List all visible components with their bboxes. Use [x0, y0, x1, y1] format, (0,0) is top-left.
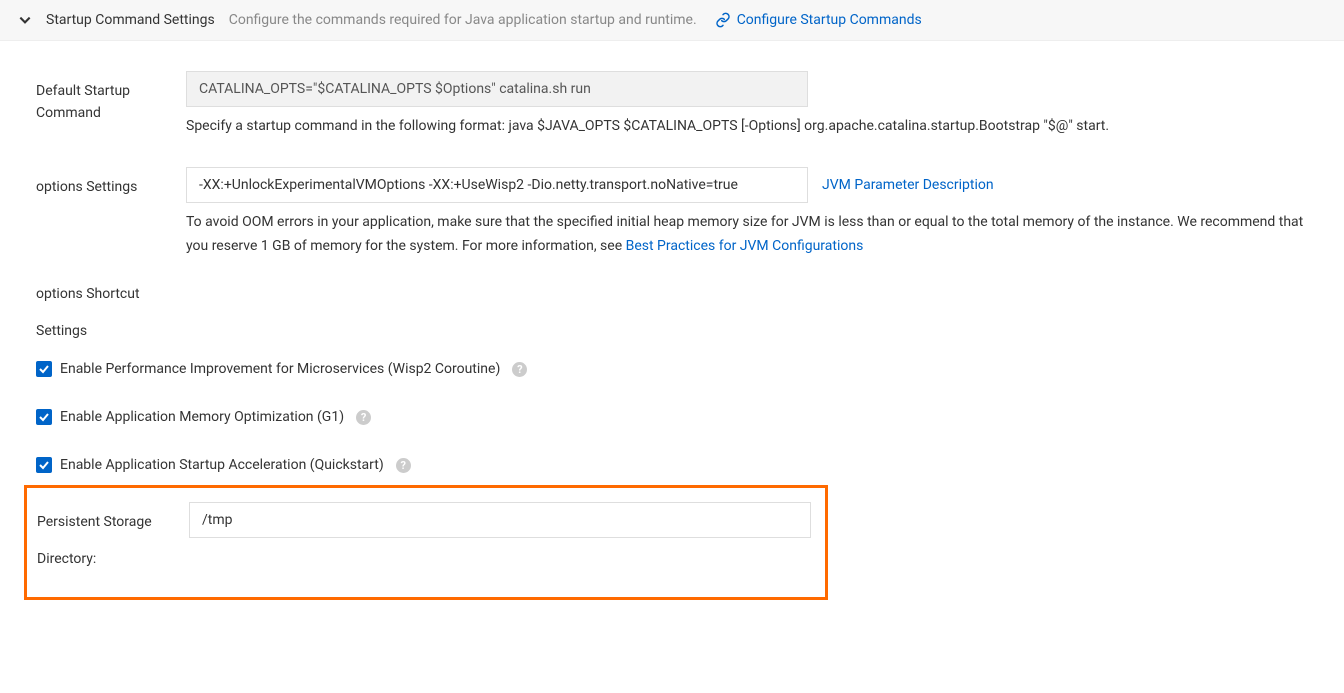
- checkbox-wisp2-label[interactable]: Enable Performance Improvement for Micro…: [60, 361, 500, 377]
- checkbox-g1[interactable]: [36, 409, 52, 425]
- persistent-storage-row: Persistent Storage Directory:: [37, 502, 815, 577]
- help-icon[interactable]: ?: [396, 458, 411, 473]
- default-startup-label: Default Startup Command: [36, 71, 186, 125]
- persistent-storage-label: Persistent Storage Directory:: [37, 502, 189, 577]
- checkbox-g1-label[interactable]: Enable Application Memory Optimization (…: [60, 409, 344, 425]
- section-description: Configure the commands required for Java…: [229, 12, 697, 28]
- best-practices-link[interactable]: Best Practices for JVM Configurations: [626, 238, 864, 254]
- link-icon: [715, 12, 731, 28]
- form-content: Default Startup Command Specify a startu…: [0, 41, 1344, 640]
- default-startup-help: Specify a startup command in the followi…: [186, 115, 1308, 139]
- checkbox-row-quickstart: Enable Application Startup Acceleration …: [36, 457, 1308, 473]
- default-startup-input: [186, 71, 808, 107]
- options-settings-label: options Settings: [36, 167, 186, 198]
- checkbox-wisp2[interactable]: [36, 361, 52, 377]
- help-icon[interactable]: ?: [356, 410, 371, 425]
- options-shortcut-label-text: options Shortcut Settings: [36, 276, 146, 349]
- options-settings-row: options Settings JVM Parameter Descripti…: [36, 167, 1308, 259]
- jvm-parameter-description-link[interactable]: JVM Parameter Description: [822, 177, 994, 193]
- checkbox-quickstart-label[interactable]: Enable Application Startup Acceleration …: [60, 457, 384, 473]
- checkbox-row-g1: Enable Application Memory Optimization (…: [36, 409, 1308, 425]
- options-shortcut-label: options Shortcut Settings: [36, 276, 1308, 349]
- options-settings-input[interactable]: [186, 167, 808, 203]
- checkbox-row-wisp2: Enable Performance Improvement for Micro…: [36, 361, 1308, 377]
- help-icon[interactable]: ?: [512, 362, 527, 377]
- section-header: Startup Command Settings Configure the c…: [0, 0, 1344, 41]
- options-settings-help: To avoid OOM errors in your application,…: [186, 211, 1308, 259]
- persistent-storage-highlight: Persistent Storage Directory:: [24, 485, 828, 600]
- configure-startup-commands-label: Configure Startup Commands: [737, 12, 922, 28]
- default-startup-row: Default Startup Command Specify a startu…: [36, 71, 1308, 139]
- section-title: Startup Command Settings: [46, 12, 215, 28]
- chevron-down-icon[interactable]: [18, 13, 32, 27]
- checkbox-quickstart[interactable]: [36, 457, 52, 473]
- persistent-storage-input[interactable]: [189, 502, 811, 538]
- configure-startup-commands-link[interactable]: Configure Startup Commands: [715, 12, 922, 28]
